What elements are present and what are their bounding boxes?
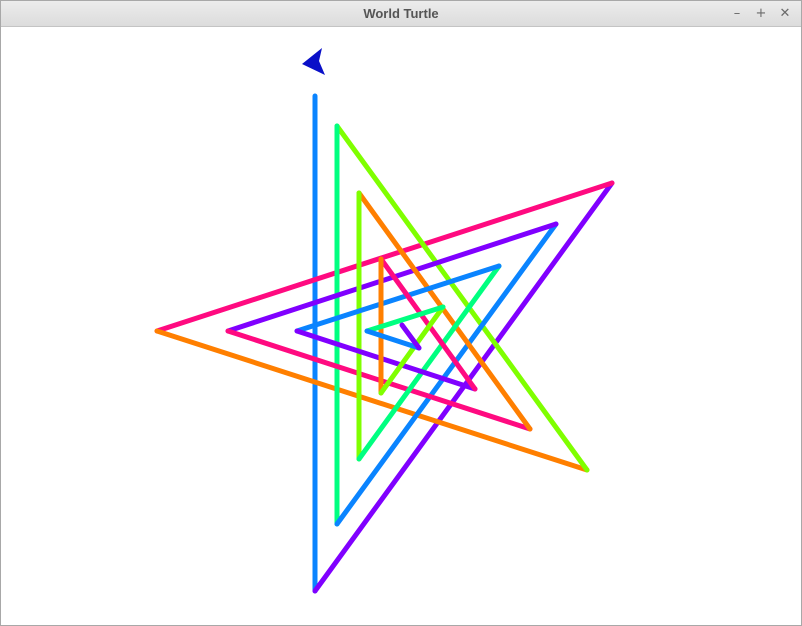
app-window: World Turtle – + ✕: [0, 0, 802, 626]
turtle-arrow-icon: [302, 48, 325, 75]
drawing-surface: [154, 48, 615, 594]
path-segment: [378, 304, 446, 396]
path-segment: [154, 328, 590, 473]
minimize-button[interactable]: –: [727, 4, 747, 24]
window-controls: – + ✕: [727, 4, 795, 24]
title-bar[interactable]: World Turtle – + ✕: [1, 1, 801, 27]
path-segment: [356, 190, 533, 432]
path-segment: [334, 123, 590, 473]
turtle-canvas[interactable]: [1, 27, 801, 625]
window-title: World Turtle: [363, 6, 439, 21]
path-segment: [154, 180, 615, 334]
maximize-button[interactable]: +: [751, 4, 771, 24]
close-button[interactable]: ✕: [775, 4, 795, 24]
path-segment: [334, 221, 559, 527]
